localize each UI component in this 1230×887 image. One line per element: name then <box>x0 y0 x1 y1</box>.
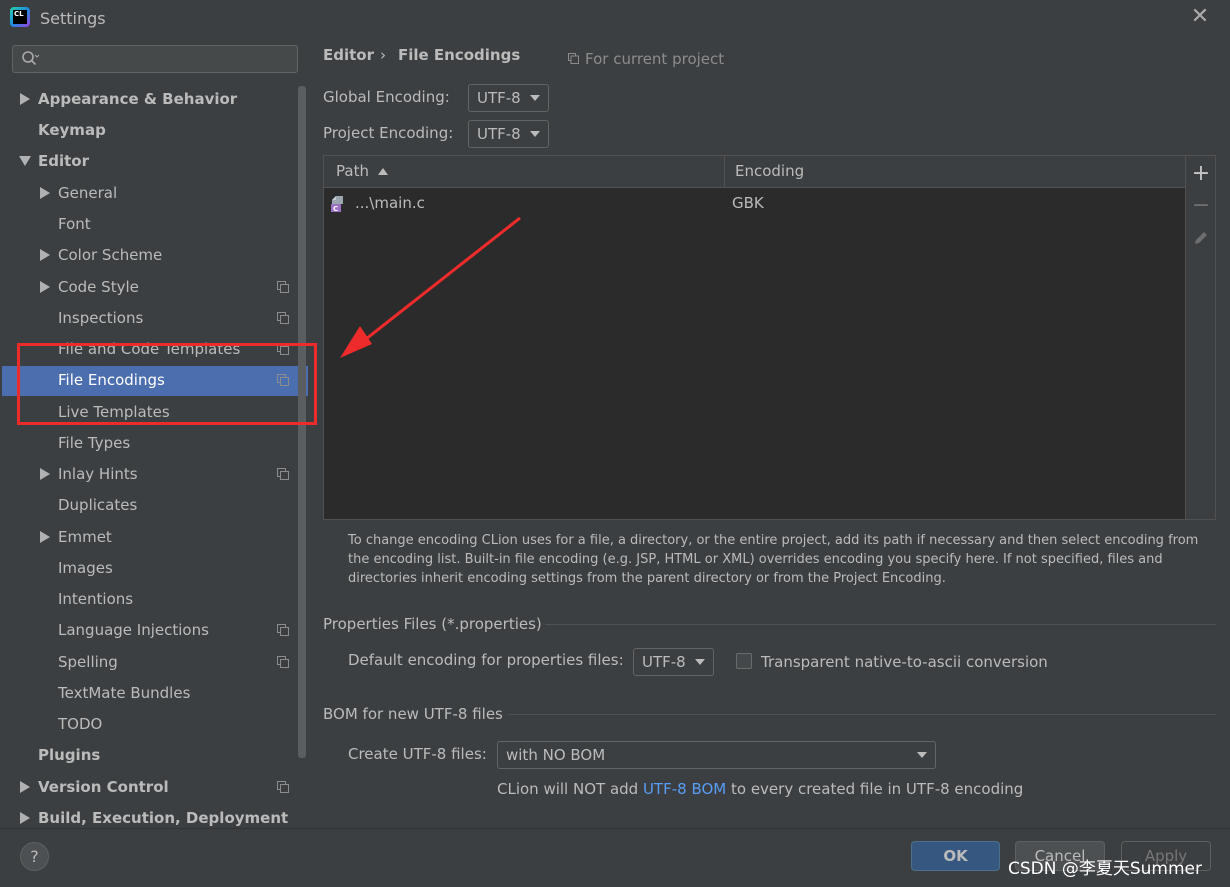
transparent-conversion-checkbox[interactable] <box>736 653 752 669</box>
sidebar-item-plugins[interactable]: Plugins <box>38 740 100 770</box>
sidebar-item-emmet[interactable]: Emmet <box>58 522 112 552</box>
utf8-bom-link[interactable]: UTF-8 BOM <box>643 780 726 798</box>
sidebar-item-inlay-hints[interactable]: Inlay Hints <box>58 459 138 489</box>
global-encoding-select[interactable]: UTF-8 <box>468 84 549 112</box>
project-encoding-value: UTF-8 <box>477 125 521 143</box>
sidebar-item-duplicates[interactable]: Duplicates <box>58 490 137 520</box>
chevron-right-icon[interactable] <box>20 781 30 793</box>
chevron-right-icon[interactable] <box>40 281 50 293</box>
annotation-highlight-box <box>17 343 317 425</box>
encoding-help-text: To change encoding CLion uses for a file… <box>348 533 1199 586</box>
sidebar-item-textmate-bundles[interactable]: TextMate Bundles <box>58 678 190 708</box>
chevron-right-icon[interactable] <box>40 249 50 261</box>
sidebar-item-general[interactable]: General <box>58 178 117 208</box>
chevron-down-icon[interactable] <box>19 156 31 166</box>
sidebar-item-appearance-behavior[interactable]: Appearance & Behavior <box>38 84 237 114</box>
sidebar-item-inspections[interactable]: Inspections <box>58 303 143 333</box>
properties-section-title: Properties Files (*.properties) <box>323 615 542 633</box>
global-encoding-value: UTF-8 <box>477 89 521 107</box>
clion-logo-icon: CL <box>10 7 30 27</box>
create-utf8-value: with NO BOM <box>506 746 606 764</box>
table-cell-encoding[interactable]: GBK <box>732 194 764 212</box>
transparent-conversion-label[interactable]: Transparent native-to-ascii conversion <box>761 653 1048 671</box>
project-scope-icon <box>277 624 289 636</box>
sidebar-item-intentions[interactable]: Intentions <box>58 584 133 614</box>
chevron-down-icon <box>917 752 927 758</box>
window-title: Settings <box>40 9 106 28</box>
annotation-arrow <box>340 216 521 358</box>
create-utf8-select[interactable]: with NO BOM <box>497 741 936 769</box>
project-encoding-label: Project Encoding: <box>323 124 454 142</box>
bom-info-text: CLion will NOT add UTF-8 BOM to every cr… <box>497 780 1023 798</box>
add-icon[interactable]: + <box>1191 163 1211 185</box>
edit-pencil-icon[interactable] <box>1191 228 1211 248</box>
sidebar-item-images[interactable]: Images <box>58 553 113 583</box>
sidebar-item-keymap[interactable]: Keymap <box>38 115 106 145</box>
table-toolbar: + − <box>1186 155 1216 520</box>
sidebar-item-language-injections[interactable]: Language Injections <box>58 615 209 645</box>
scope-label: For current project <box>585 50 725 68</box>
project-encoding-select[interactable]: UTF-8 <box>468 120 549 148</box>
chevron-down-icon <box>530 95 540 101</box>
search-icon <box>22 51 39 66</box>
properties-encoding-select[interactable]: UTF-8 <box>633 648 714 676</box>
sidebar-item-todo[interactable]: TODO <box>58 709 102 739</box>
sidebar-item-color-scheme[interactable]: Color Scheme <box>58 240 162 270</box>
chevron-right-icon[interactable] <box>40 187 50 199</box>
sidebar-item-code-style[interactable]: Code Style <box>58 272 139 302</box>
table-header: Path Encoding <box>324 156 1185 188</box>
title-bar: CL Settings ✕ <box>0 0 1230 36</box>
project-scope-icon <box>568 53 579 64</box>
bom-section-title: BOM for new UTF-8 files <box>323 705 503 723</box>
project-scope-icon <box>277 312 289 324</box>
project-scope-icon <box>277 468 289 480</box>
sort-ascending-icon <box>378 168 388 175</box>
sidebar-item-editor[interactable]: Editor <box>38 146 89 176</box>
chevron-down-icon <box>530 131 540 137</box>
chevron-right-icon[interactable] <box>20 812 30 824</box>
chevron-right-icon[interactable] <box>40 531 50 543</box>
sidebar-item-file-types[interactable]: File Types <box>58 428 130 458</box>
breadcrumb-parent[interactable]: Editor <box>323 46 374 64</box>
chevron-right-icon[interactable] <box>20 93 30 105</box>
sidebar-item-version-control[interactable]: Version Control <box>38 772 169 802</box>
page-title: File Encodings <box>398 46 521 64</box>
project-scope-icon <box>277 781 289 793</box>
section-divider <box>508 714 1216 715</box>
search-input[interactable] <box>12 45 298 73</box>
project-scope-icon <box>277 656 289 668</box>
close-icon[interactable]: ✕ <box>1190 6 1210 28</box>
app-icon-text: CL <box>13 10 27 24</box>
remove-icon[interactable]: − <box>1191 195 1211 217</box>
create-utf8-label: Create UTF-8 files: <box>348 745 487 763</box>
bom-info-prefix: CLion will NOT add <box>497 780 643 798</box>
chevron-down-icon <box>695 659 705 665</box>
properties-encoding-label: Default encoding for properties files: <box>348 651 624 669</box>
bom-info-suffix: to every created file in UTF-8 encoding <box>726 780 1024 798</box>
section-divider <box>545 624 1216 625</box>
properties-encoding-value: UTF-8 <box>642 653 686 671</box>
column-header-path[interactable]: Path <box>336 162 369 180</box>
help-button[interactable]: ? <box>20 842 49 871</box>
breadcrumb-separator: › <box>380 46 386 64</box>
sidebar-item-spelling[interactable]: Spelling <box>58 647 118 677</box>
csdn-watermark: CSDN @李夏天Summer <box>1008 859 1203 879</box>
project-scope-icon <box>277 281 289 293</box>
global-encoding-label: Global Encoding: <box>323 88 450 106</box>
column-header-encoding[interactable]: Encoding <box>735 162 804 180</box>
chevron-right-icon[interactable] <box>40 468 50 480</box>
sidebar-item-font[interactable]: Font <box>58 209 91 239</box>
column-divider[interactable] <box>724 156 725 187</box>
ok-button[interactable]: OK <box>911 841 1000 871</box>
